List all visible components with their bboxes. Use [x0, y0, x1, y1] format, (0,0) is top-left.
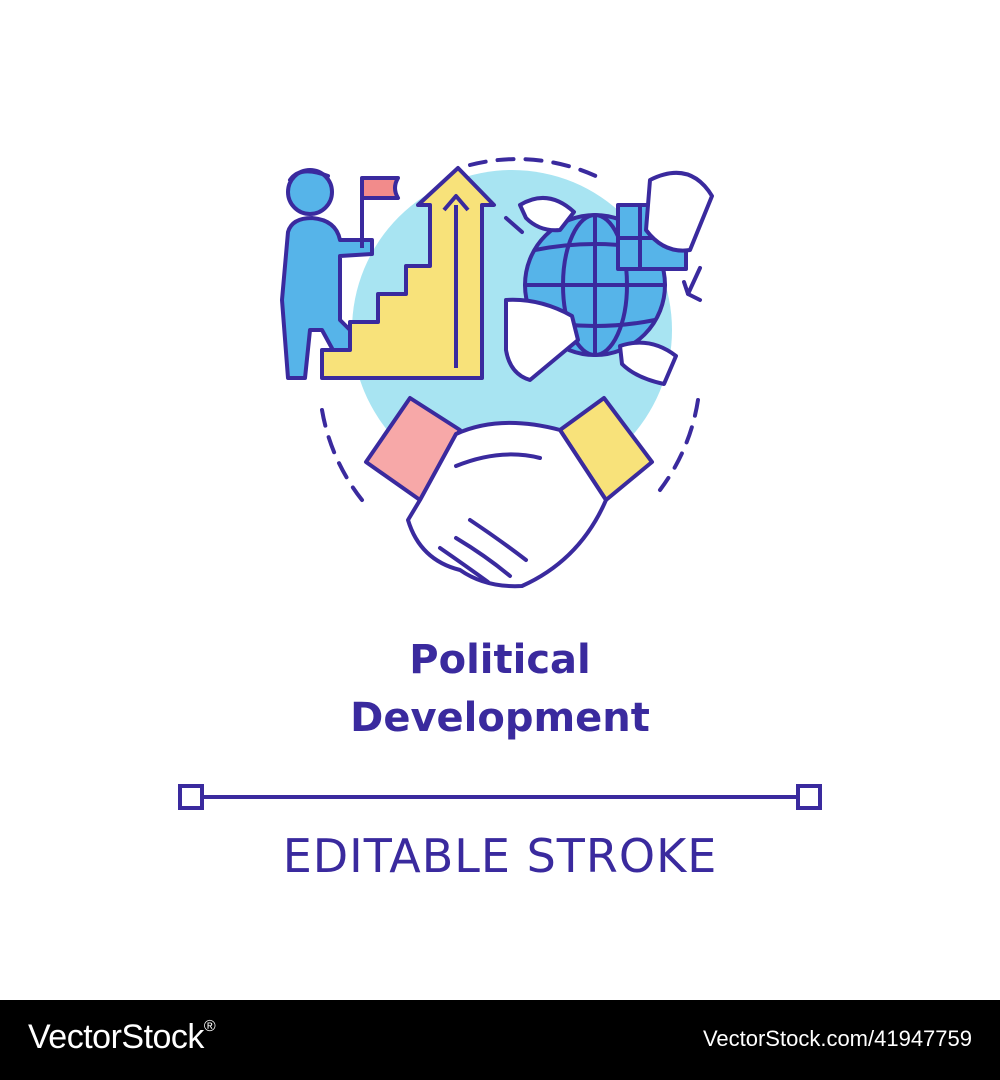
footer-bar: VectorStock® VectorStock.com/41947759 [0, 1000, 1000, 1080]
registered-mark: ® [203, 1018, 216, 1035]
editable-stroke-connector [178, 784, 822, 810]
dashed-arc-right [658, 398, 700, 492]
dashed-arc-left [320, 408, 364, 502]
brand-logo: VectorStock® [28, 1018, 216, 1057]
title-line-1: Political [409, 637, 591, 683]
footer-url: VectorStock.com/41947759 [702, 1026, 972, 1051]
handshake-icon [364, 396, 654, 589]
brand-name: VectorStock [28, 1018, 204, 1056]
title-line-2: Development [350, 695, 650, 741]
subtitle-editable-stroke: EDITABLE STROKE [282, 829, 718, 883]
